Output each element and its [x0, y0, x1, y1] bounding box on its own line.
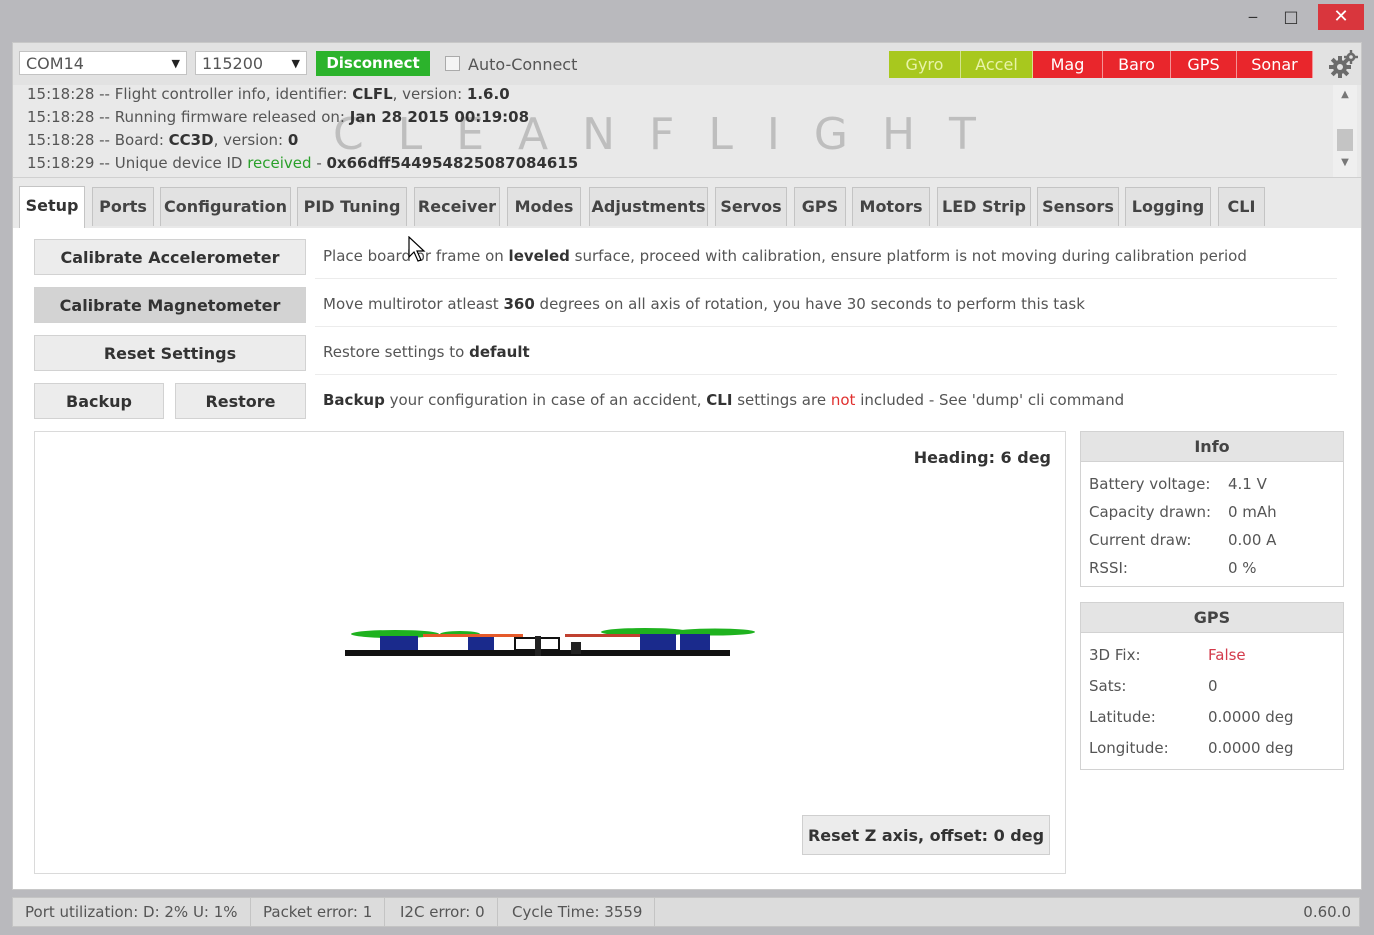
gps-longitude-label: Longitude:: [1089, 739, 1169, 757]
tab-sensors[interactable]: Sensors: [1037, 187, 1119, 226]
tab-servos[interactable]: Servos: [715, 187, 787, 226]
dropdown-arrow-icon: ▼: [291, 57, 300, 70]
close-button[interactable]: ✕: [1318, 4, 1364, 30]
cycle-time: Cycle Time: 3559: [500, 898, 656, 926]
gps-3d-fix-label: 3D Fix:: [1089, 646, 1141, 664]
auto-connect-toggle[interactable]: Auto-Connect: [445, 55, 577, 74]
sensor-gyro: Gyro: [889, 51, 961, 78]
auto-connect-label: Auto-Connect: [468, 55, 578, 74]
calibrate-magnetometer-description: Move multirotor atleast 360 degrees on a…: [323, 295, 1085, 313]
log-scrollbar[interactable]: ▲ ▼: [1333, 85, 1357, 177]
port-select[interactable]: COM14 ▼: [19, 51, 187, 75]
tab-motors[interactable]: Motors: [852, 187, 930, 226]
row-divider: [315, 374, 1337, 375]
calibrate-accelerometer-button[interactable]: Calibrate Accelerometer: [34, 239, 306, 275]
packet-error: Packet error: 1: [251, 898, 386, 926]
rssi-label: RSSI:: [1089, 559, 1128, 577]
tab-logging[interactable]: Logging: [1125, 187, 1211, 226]
reset-z-axis-button[interactable]: Reset Z axis, offset: 0 deg: [802, 815, 1050, 855]
info-panel-title: Info: [1081, 432, 1343, 462]
baud-select[interactable]: 115200 ▼: [195, 51, 307, 75]
log-line: 15:18:28 -- Flight controller info, iden…: [27, 85, 510, 103]
port-utilization: Port utilization: D: 2% U: 1%: [13, 898, 251, 926]
tab-gps[interactable]: GPS: [794, 187, 846, 226]
mouse-cursor-icon: [408, 236, 426, 262]
log-line: 15:18:29 -- Unique device ID received - …: [27, 154, 579, 172]
tab-setup[interactable]: Setup: [19, 186, 85, 228]
current-draw-label: Current draw:: [1089, 531, 1192, 549]
tab-pid-tuning[interactable]: PID Tuning: [297, 187, 407, 226]
window-titlebar: ‒ □ ✕: [0, 0, 1374, 40]
maximize-button[interactable]: □: [1272, 4, 1310, 30]
scroll-down-arrow-icon[interactable]: ▼: [1338, 157, 1352, 168]
tab-cli[interactable]: CLI: [1218, 187, 1265, 226]
row-divider: [315, 326, 1337, 327]
port-value: COM14: [26, 54, 84, 73]
sensor-accel: Accel: [961, 51, 1033, 78]
row-divider: [315, 278, 1337, 279]
quadcopter-model-icon: [345, 628, 755, 656]
app-version: 0.60.0: [1303, 903, 1351, 921]
gps-longitude-value: 0.0000 deg: [1208, 739, 1294, 757]
backup-button[interactable]: Backup: [34, 383, 164, 419]
capacity-drawn-label: Capacity drawn:: [1089, 503, 1212, 521]
rssi-value: 0 %: [1228, 559, 1257, 577]
dropdown-arrow-icon: ▼: [171, 57, 180, 70]
calibrate-accelerometer-description: Place board or frame on leveled surface,…: [323, 247, 1247, 265]
log-line: 15:18:28 -- Running firmware released on…: [27, 108, 530, 126]
model-view: Heading: 6 deg Reset Z axis, offset: 0 d…: [34, 431, 1066, 874]
tab-configuration[interactable]: Configuration: [160, 187, 291, 226]
baud-value: 115200: [202, 54, 264, 73]
sensor-mag: Mag: [1033, 51, 1103, 78]
tab-bar: Setup Ports Configuration PID Tuning Rec…: [13, 178, 1361, 228]
log-console: CLEANFLIGHT 15:18:28 -- Flight controlle…: [13, 85, 1361, 178]
heading-readout: Heading: 6 deg: [913, 448, 1051, 467]
gps-panel: GPS 3D Fix: False Sats: 0 Latitude: 0.00…: [1080, 602, 1344, 770]
calibrate-magnetometer-button[interactable]: Calibrate Magnetometer: [34, 287, 306, 323]
gps-sats-value: 0: [1208, 677, 1218, 695]
disconnect-button[interactable]: Disconnect: [316, 51, 430, 76]
sensor-gps: GPS: [1171, 51, 1237, 78]
battery-voltage-value: 4.1 V: [1228, 475, 1267, 493]
gps-panel-title: GPS: [1081, 603, 1343, 633]
auto-connect-checkbox[interactable]: [445, 56, 460, 71]
tab-receiver[interactable]: Receiver: [414, 187, 500, 226]
restore-button[interactable]: Restore: [175, 383, 306, 419]
reset-settings-description: Restore settings to default: [323, 343, 530, 361]
minimize-button[interactable]: ‒: [1234, 4, 1272, 30]
status-bar: Port utilization: D: 2% U: 1% Packet err…: [12, 897, 1360, 927]
sensor-sonar: Sonar: [1237, 51, 1313, 78]
settings-gear-icon[interactable]: [1327, 48, 1359, 80]
gps-latitude-label: Latitude:: [1089, 708, 1156, 726]
gps-3d-fix-value: False: [1208, 646, 1246, 664]
tab-adjustments[interactable]: Adjustments: [589, 187, 708, 226]
sensor-status-indicators: Gyro Accel Mag Baro GPS Sonar: [889, 51, 1313, 78]
sensor-baro: Baro: [1103, 51, 1171, 78]
info-panel: Info Battery voltage: 4.1 V Capacity dra…: [1080, 431, 1344, 587]
tab-modes[interactable]: Modes: [507, 187, 581, 226]
i2c-error: I2C error: 0: [388, 898, 498, 926]
tab-led-strip[interactable]: LED Strip: [937, 187, 1031, 226]
gps-sats-label: Sats:: [1089, 677, 1127, 695]
current-draw-value: 0.00 A: [1228, 531, 1277, 549]
gps-latitude-value: 0.0000 deg: [1208, 708, 1294, 726]
app-window: COM14 ▼ 115200 ▼ Disconnect Auto-Connect…: [12, 42, 1362, 890]
reset-settings-button[interactable]: Reset Settings: [34, 335, 306, 371]
backup-description: Backup your configuration in case of an …: [323, 391, 1125, 409]
scroll-up-arrow-icon[interactable]: ▲: [1338, 89, 1352, 100]
battery-voltage-label: Battery voltage:: [1089, 475, 1211, 493]
capacity-drawn-value: 0 mAh: [1228, 503, 1277, 521]
scroll-thumb[interactable]: [1337, 129, 1353, 151]
tab-ports[interactable]: Ports: [92, 187, 154, 226]
log-line: 15:18:28 -- Board: CC3D, version: 0: [27, 131, 299, 149]
header-bar: COM14 ▼ 115200 ▼ Disconnect Auto-Connect…: [13, 43, 1361, 85]
